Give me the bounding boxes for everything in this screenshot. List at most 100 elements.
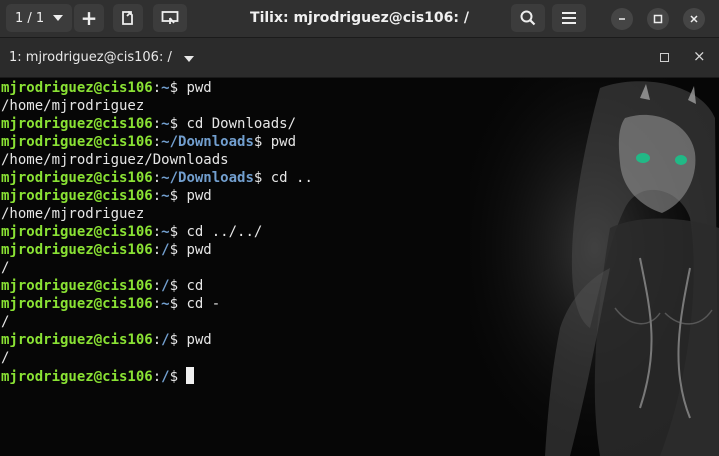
terminal-output-line: /home/mjrodriguez/Downloads (1, 151, 313, 169)
search-button[interactable] (511, 4, 545, 32)
maximize-button[interactable] (647, 8, 669, 30)
command-text: cd - (186, 296, 221, 312)
terminal-prompt-line: mjrodriguez@cis106:/$ (1, 367, 313, 385)
chevron-down-icon (53, 15, 63, 21)
command-output: / (1, 314, 10, 330)
prompt-separator: : (152, 116, 162, 132)
prompt-user-host: mjrodriguez@cis106 (1, 332, 153, 348)
prompt-dollar: $ (169, 369, 187, 385)
terminal-prompt-line: mjrodriguez@cis106:/$ pwd (1, 331, 313, 349)
terminal-menu-chevron-icon[interactable] (184, 56, 194, 62)
command-text: cd (186, 278, 204, 294)
terminal-output-line: /home/mjrodriguez (1, 205, 313, 223)
prompt-user-host: mjrodriguez@cis106 (1, 242, 153, 258)
prompt-dollar: $ (253, 134, 271, 150)
main-menu-button[interactable] (552, 4, 586, 32)
prompt-path: ~ (161, 296, 170, 312)
prompt-dollar: $ (169, 80, 187, 96)
new-window-button[interactable] (113, 4, 143, 32)
prompt-separator: : (152, 134, 162, 150)
prompt-dollar: $ (169, 224, 187, 240)
maximize-icon (653, 14, 663, 24)
terminal-prompt-line: mjrodriguez@cis106:~$ cd ../../ (1, 223, 313, 241)
prompt-separator: : (152, 296, 162, 312)
prompt-path: / (161, 278, 170, 294)
prompt-path: / (161, 332, 170, 348)
session-label: 1 / 1 (15, 10, 45, 26)
prompt-dollar: $ (169, 332, 187, 348)
prompt-path: ~/Downloads (161, 134, 254, 150)
command-text: pwd (186, 188, 212, 204)
terminal-title-bar: 1: mjrodriguez@cis106: / (0, 38, 719, 78)
new-window-icon (122, 11, 133, 25)
prompt-separator: : (152, 80, 162, 96)
terminal-output-line: /home/mjrodriguez (1, 97, 313, 115)
terminal-output-line: / (1, 313, 313, 331)
terminal-close-icon[interactable]: × (693, 49, 706, 64)
command-output: /home/mjrodriguez/Downloads (1, 152, 229, 168)
prompt-dollar: $ (169, 188, 187, 204)
terminal-output-line: / (1, 259, 313, 277)
terminal-output-line: / (1, 349, 313, 367)
prompt-separator: : (152, 369, 162, 385)
prompt-path: ~ (161, 224, 170, 240)
prompt-user-host: mjrodriguez@cis106 (1, 170, 153, 186)
prompt-dollar: $ (169, 242, 187, 258)
terminal-prompt-line: mjrodriguez@cis106:~$ pwd (1, 187, 313, 205)
command-output: / (1, 260, 10, 276)
prompt-user-host: mjrodriguez@cis106 (1, 224, 153, 240)
minimize-icon (619, 18, 625, 20)
terminal-prompt-line: mjrodriguez@cis106:~$ cd - (1, 295, 313, 313)
terminal-area[interactable]: mjrodriguez@cis106:~$ pwd/home/mjrodrigu… (0, 78, 719, 456)
terminal-prompt-line: mjrodriguez@cis106:~$ pwd (1, 79, 313, 97)
prompt-separator: : (152, 242, 162, 258)
prompt-path: ~ (161, 116, 170, 132)
prompt-user-host: mjrodriguez@cis106 (1, 134, 153, 150)
terminal-prompt-line: mjrodriguez@cis106:~/Downloads$ cd .. (1, 169, 313, 187)
prompt-user-host: mjrodriguez@cis106 (1, 278, 153, 294)
close-icon (690, 15, 698, 23)
terminal-title[interactable]: 1: mjrodriguez@cis106: / (9, 50, 172, 65)
prompt-separator: : (152, 278, 162, 294)
header-bar: 1 / 1 + Tilix: mjrodriguez@cis106: / (0, 0, 719, 38)
prompt-path: / (161, 369, 170, 385)
window-title: Tilix: mjrodriguez@cis106: / (250, 10, 469, 26)
prompt-separator: : (152, 224, 162, 240)
command-output: /home/mjrodriguez (1, 98, 145, 114)
prompt-separator: : (152, 332, 162, 348)
add-session-button[interactable]: + (74, 4, 104, 32)
prompt-user-host: mjrodriguez@cis106 (1, 188, 153, 204)
prompt-separator: : (152, 188, 162, 204)
prompt-user-host: mjrodriguez@cis106 (1, 369, 153, 385)
terminal-maximize-icon[interactable] (660, 53, 669, 62)
close-button[interactable] (683, 8, 705, 30)
prompt-dollar: $ (169, 116, 187, 132)
prompt-user-host: mjrodriguez@cis106 (1, 116, 153, 132)
prompt-user-host: mjrodriguez@cis106 (1, 296, 153, 312)
command-text: cd Downloads/ (186, 116, 297, 132)
hamburger-menu-icon (562, 12, 576, 24)
command-text: cd .. (270, 170, 313, 186)
prompt-path: ~/Downloads (161, 170, 254, 186)
prompt-dollar: $ (169, 278, 187, 294)
command-text: pwd (186, 80, 212, 96)
session-selector-button[interactable]: 1 / 1 (6, 4, 72, 32)
terminal-prompt-line: mjrodriguez@cis106:/$ cd (1, 277, 313, 295)
terminal-output: mjrodriguez@cis106:~$ pwd/home/mjrodrigu… (1, 79, 313, 385)
prompt-dollar: $ (169, 296, 187, 312)
terminal-cursor (186, 367, 195, 384)
terminal-prompt-line: mjrodriguez@cis106:/$ pwd (1, 241, 313, 259)
prompt-user-host: mjrodriguez@cis106 (1, 80, 153, 96)
command-text: pwd (270, 134, 297, 150)
sync-input-button[interactable] (153, 4, 187, 32)
prompt-path: / (161, 242, 170, 258)
prompt-path: ~ (161, 188, 170, 204)
prompt-path: ~ (161, 80, 170, 96)
plus-icon: + (80, 6, 98, 30)
prompt-separator: : (152, 170, 162, 186)
terminal-prompt-line: mjrodriguez@cis106:~/Downloads$ pwd (1, 133, 313, 151)
prompt-dollar: $ (253, 170, 271, 186)
command-output: /home/mjrodriguez (1, 206, 145, 222)
search-icon (520, 10, 536, 26)
minimize-button[interactable] (611, 8, 633, 30)
